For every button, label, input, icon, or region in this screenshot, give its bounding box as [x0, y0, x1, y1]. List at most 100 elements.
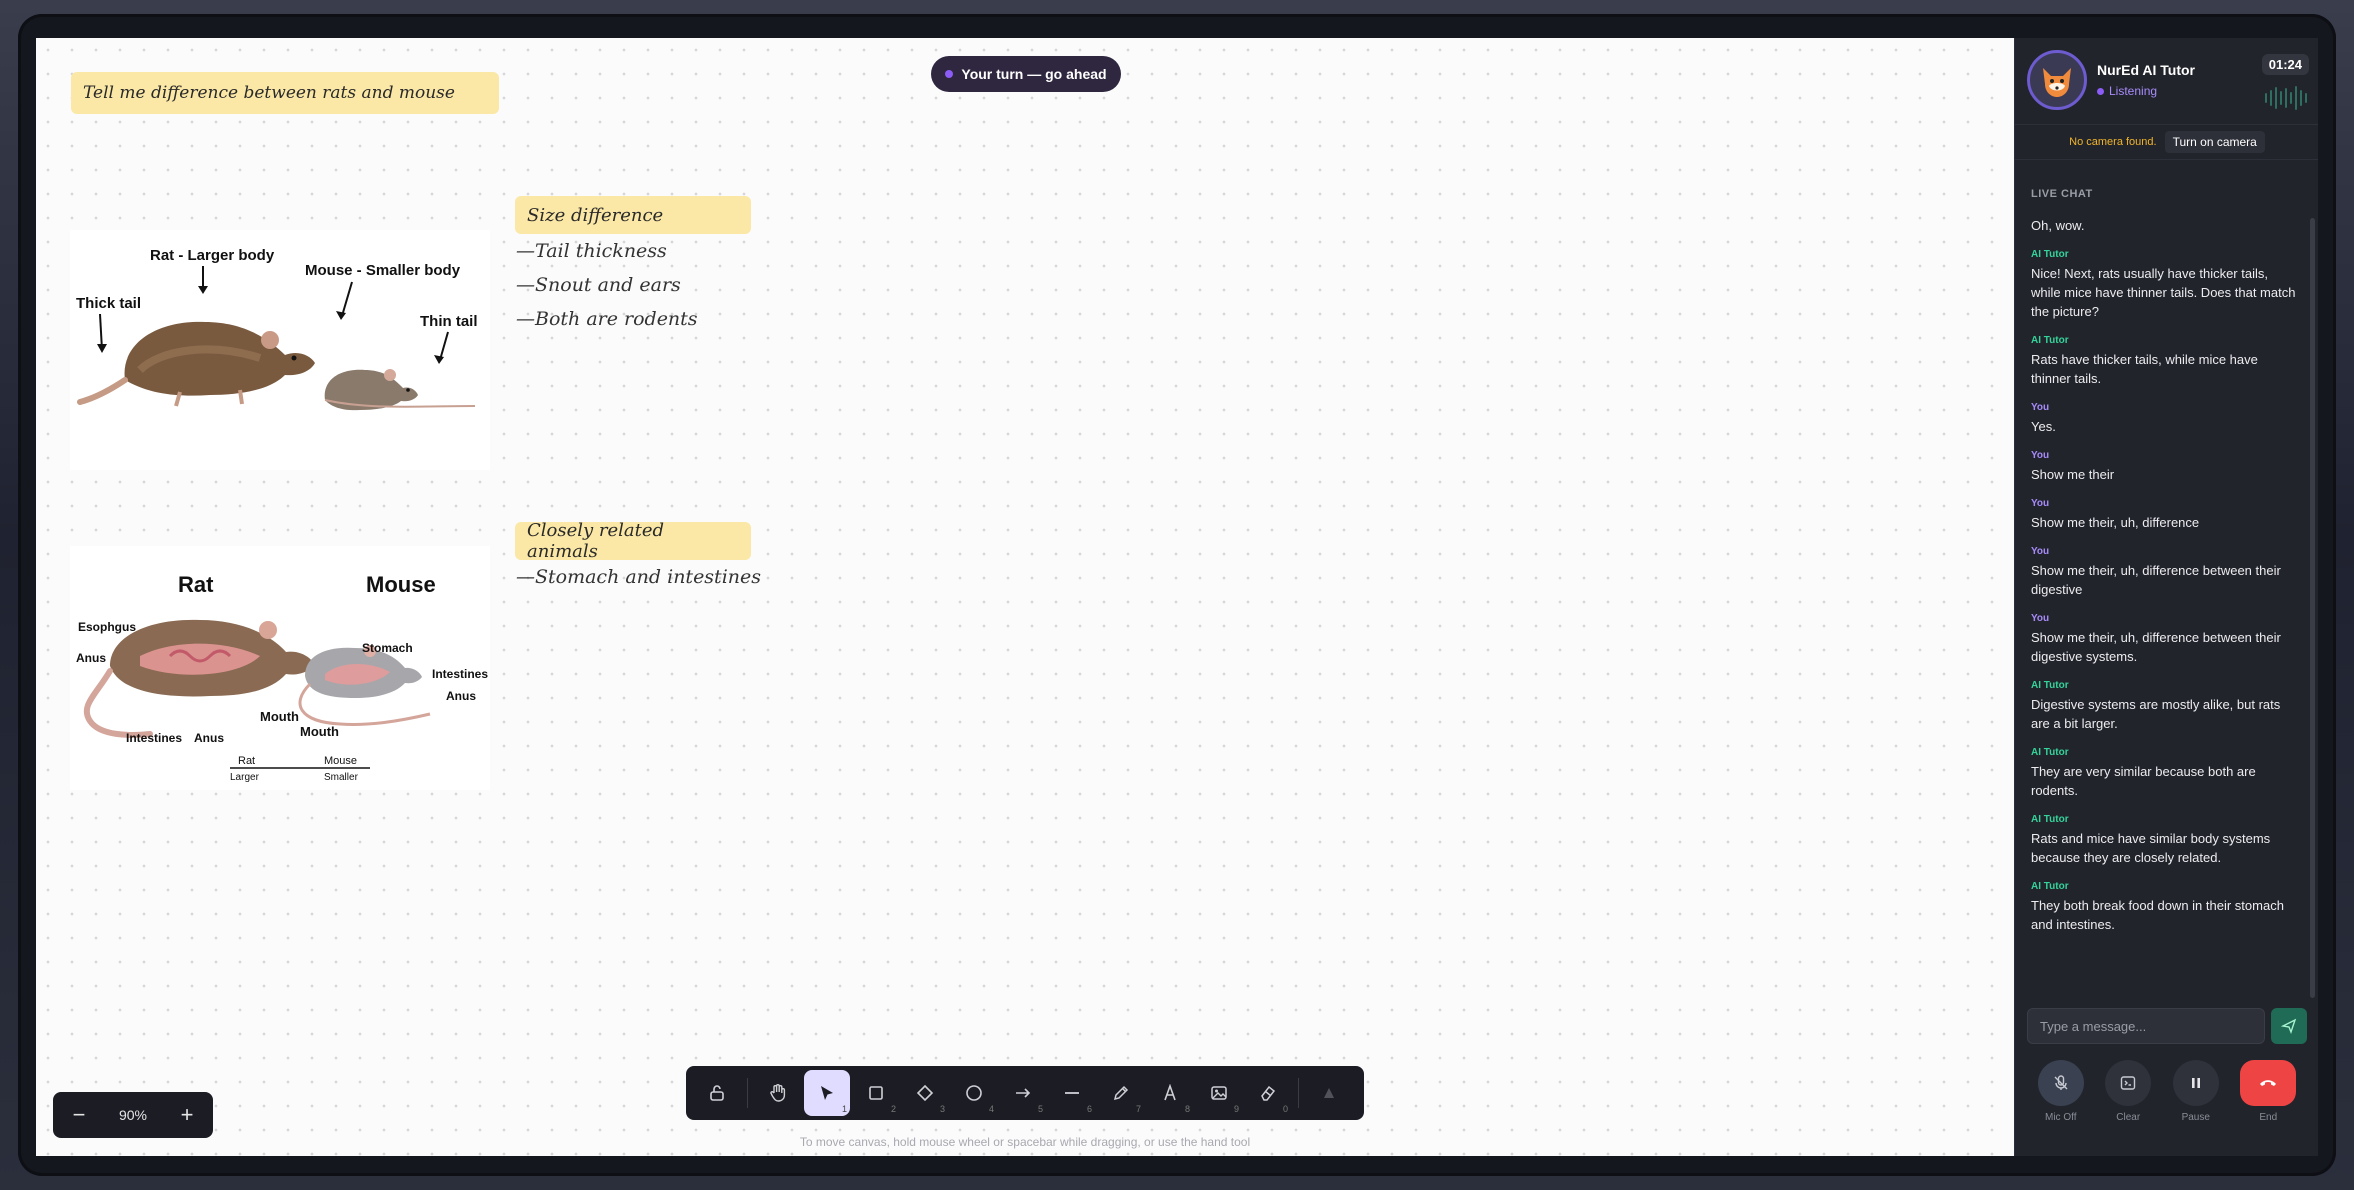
tool-pencil-shortcut: 7: [1135, 1104, 1141, 1114]
chat-sender: You: [2031, 546, 2050, 557]
chat-message: AI Tutor Rats and mice have similar body…: [2031, 814, 2301, 867]
turn-dot-icon: [945, 70, 954, 78]
tool-diamond[interactable]: 3: [902, 1070, 948, 1116]
size-line-3[interactable]: —Both are rodents: [516, 308, 698, 330]
chat-message: AI Tutor Nice! Next, rats usually have t…: [2031, 249, 2301, 321]
drawing-toolbar: 1 2 3 4 5 6 7 8 9 0: [686, 1066, 1364, 1120]
tool-line[interactable]: 6: [1049, 1070, 1095, 1116]
tool-select-shortcut: 1: [841, 1104, 847, 1114]
tool-lock[interactable]: [694, 1070, 740, 1116]
tool-ellipse[interactable]: 4: [951, 1070, 997, 1116]
size-line-1[interactable]: —Tail thickness: [516, 240, 667, 262]
chat-sender: You: [2031, 402, 2050, 413]
chat-sender: AI Tutor: [2031, 747, 2069, 758]
tool-pencil[interactable]: 7: [1098, 1070, 1144, 1116]
chat-message: AI Tutor They both break food down in th…: [2031, 881, 2301, 934]
chat-message: Oh, wow.: [2031, 216, 2301, 235]
end-label: End: [2259, 1112, 2278, 1123]
chat-message-text: Show me their, uh, difference between th…: [2031, 630, 2281, 664]
send-button[interactable]: [2271, 1008, 2307, 1044]
scale-mouse-sub: Smaller: [324, 772, 359, 783]
rat-mouse-size-illustration: Rat - Larger body Mouse - Smaller body T…: [76, 247, 478, 411]
cursor-icon: [821, 1086, 833, 1100]
label-rat-title: Rat: [178, 572, 214, 597]
eraser-icon: [1261, 1085, 1276, 1101]
mic-off-button[interactable]: [2037, 1060, 2084, 1106]
digestive-system-illustration: Rat Mouse Esophgus Anus Intestines Anus …: [76, 572, 488, 783]
tutor-avatar: [2027, 50, 2087, 110]
chat-message-text: Yes.: [2031, 419, 2056, 434]
tool-ellipse-shortcut: 4: [988, 1104, 994, 1114]
label-thick-tail: Thick tail: [76, 295, 141, 312]
tool-rectangle-shortcut: 2: [890, 1104, 896, 1114]
chat-sender: AI Tutor: [2031, 335, 2069, 346]
pause-button[interactable]: [2172, 1060, 2219, 1106]
tool-image-shortcut: 9: [1233, 1104, 1239, 1114]
chat-message-text: They both break food down in their stoma…: [2031, 898, 2284, 932]
rectangle-icon: [869, 1086, 883, 1100]
zoom-level[interactable]: 90%: [119, 1107, 147, 1123]
turn-on-camera-button[interactable]: Turn on camera: [2164, 131, 2265, 153]
size-line-2[interactable]: —Snout and ears: [516, 274, 681, 296]
line-icon: [1065, 1092, 1079, 1094]
image-icon: [1211, 1086, 1227, 1100]
whiteboard-canvas[interactable]: Your turn — go ahead Tell me difference …: [36, 38, 2014, 1156]
scale-rat-sub: Larger: [230, 772, 260, 783]
tutor-panel: NurEd AI Tutor Listening 01:24 No camera…: [2014, 38, 2318, 1156]
chat-message-text: They are very similar because both are r…: [2031, 764, 2256, 798]
chat-message-text: Rats and mice have similar body systems …: [2031, 831, 2271, 865]
rat-mouse-size-image[interactable]: Rat - Larger body Mouse - Smaller body T…: [70, 230, 490, 470]
tool-select[interactable]: 1: [804, 1070, 850, 1116]
chat-message-text: Digestive systems are mostly alike, but …: [2031, 697, 2281, 731]
tool-rectangle[interactable]: 2: [853, 1070, 899, 1116]
turn-indicator: Your turn — go ahead: [931, 56, 1121, 92]
live-chat-label: LIVE CHAT: [2031, 188, 2093, 200]
label-anus-mouse: Anus: [446, 689, 476, 703]
tool-arrow[interactable]: 5: [1000, 1070, 1046, 1116]
lock-icon: [710, 1085, 724, 1101]
label-intestines-rat: Intestines: [126, 731, 182, 745]
zoom-out-button[interactable]: −: [67, 1102, 91, 1128]
clear-button[interactable]: [2105, 1060, 2152, 1106]
chat-sender: You: [2031, 613, 2050, 624]
tool-image[interactable]: 9: [1196, 1070, 1242, 1116]
pause-icon: [2191, 1078, 2200, 1088]
tool-text[interactable]: 8: [1147, 1070, 1193, 1116]
chat-scrollbar[interactable]: [2310, 218, 2315, 998]
size-difference-note[interactable]: Size difference: [515, 196, 751, 234]
tool-hand[interactable]: [755, 1070, 801, 1116]
closely-related-note[interactable]: Closely related animals: [515, 520, 751, 562]
digestive-system-image[interactable]: Rat Mouse Esophgus Anus Intestines Anus …: [70, 546, 490, 790]
chat-message-text: Show me their: [2031, 467, 2115, 482]
tutor-name: NurEd AI Tutor: [2097, 62, 2195, 78]
zoom-in-button[interactable]: +: [175, 1102, 199, 1128]
chat-message-text: Show me their, uh, difference: [2031, 515, 2200, 530]
chat-message-text: Rats have thicker tails, while mice have…: [2031, 352, 2258, 386]
ellipse-icon: [966, 1085, 982, 1101]
related-line-1[interactable]: —Stomach and intestines: [516, 566, 761, 588]
question-note[interactable]: Tell me difference between rats and mous…: [71, 72, 499, 114]
tool-eraser[interactable]: 0: [1245, 1070, 1291, 1116]
label-mouse-smaller: Mouse - Smaller body: [305, 262, 461, 279]
hand-icon: [770, 1084, 786, 1102]
chat-message: AI Tutor Rats have thicker tails, while …: [2031, 335, 2301, 388]
label-intestines-mouse: Intestines: [432, 667, 488, 681]
app-screen: Your turn — go ahead Tell me difference …: [36, 38, 2318, 1156]
chat-message-text: Oh, wow.: [2031, 218, 2085, 233]
tool-line-shortcut: 6: [1086, 1104, 1092, 1114]
zoom-control: − 90% +: [53, 1092, 213, 1138]
clear-icon: [2121, 1076, 2136, 1090]
chat-message: You Yes.: [2031, 402, 2301, 436]
chat-message-text: Nice! Next, rats usually have thicker ta…: [2031, 266, 2296, 319]
message-input[interactable]: [2027, 1008, 2265, 1044]
label-mouth-mouse: Mouth: [300, 724, 339, 739]
tool-extra[interactable]: [1306, 1070, 1352, 1116]
chat-list[interactable]: Oh, wow. AI Tutor Nice! Next, rats usual…: [2031, 216, 2301, 996]
closely-related-heading: Closely related animals: [527, 520, 665, 562]
end-call-button[interactable]: [2240, 1060, 2297, 1106]
scale-rat: Rat: [238, 755, 255, 767]
tool-arrow-shortcut: 5: [1037, 1104, 1043, 1114]
diamond-icon: [916, 1084, 934, 1102]
end-control: End: [2240, 1060, 2297, 1123]
tutor-status: Listening: [2097, 84, 2157, 98]
